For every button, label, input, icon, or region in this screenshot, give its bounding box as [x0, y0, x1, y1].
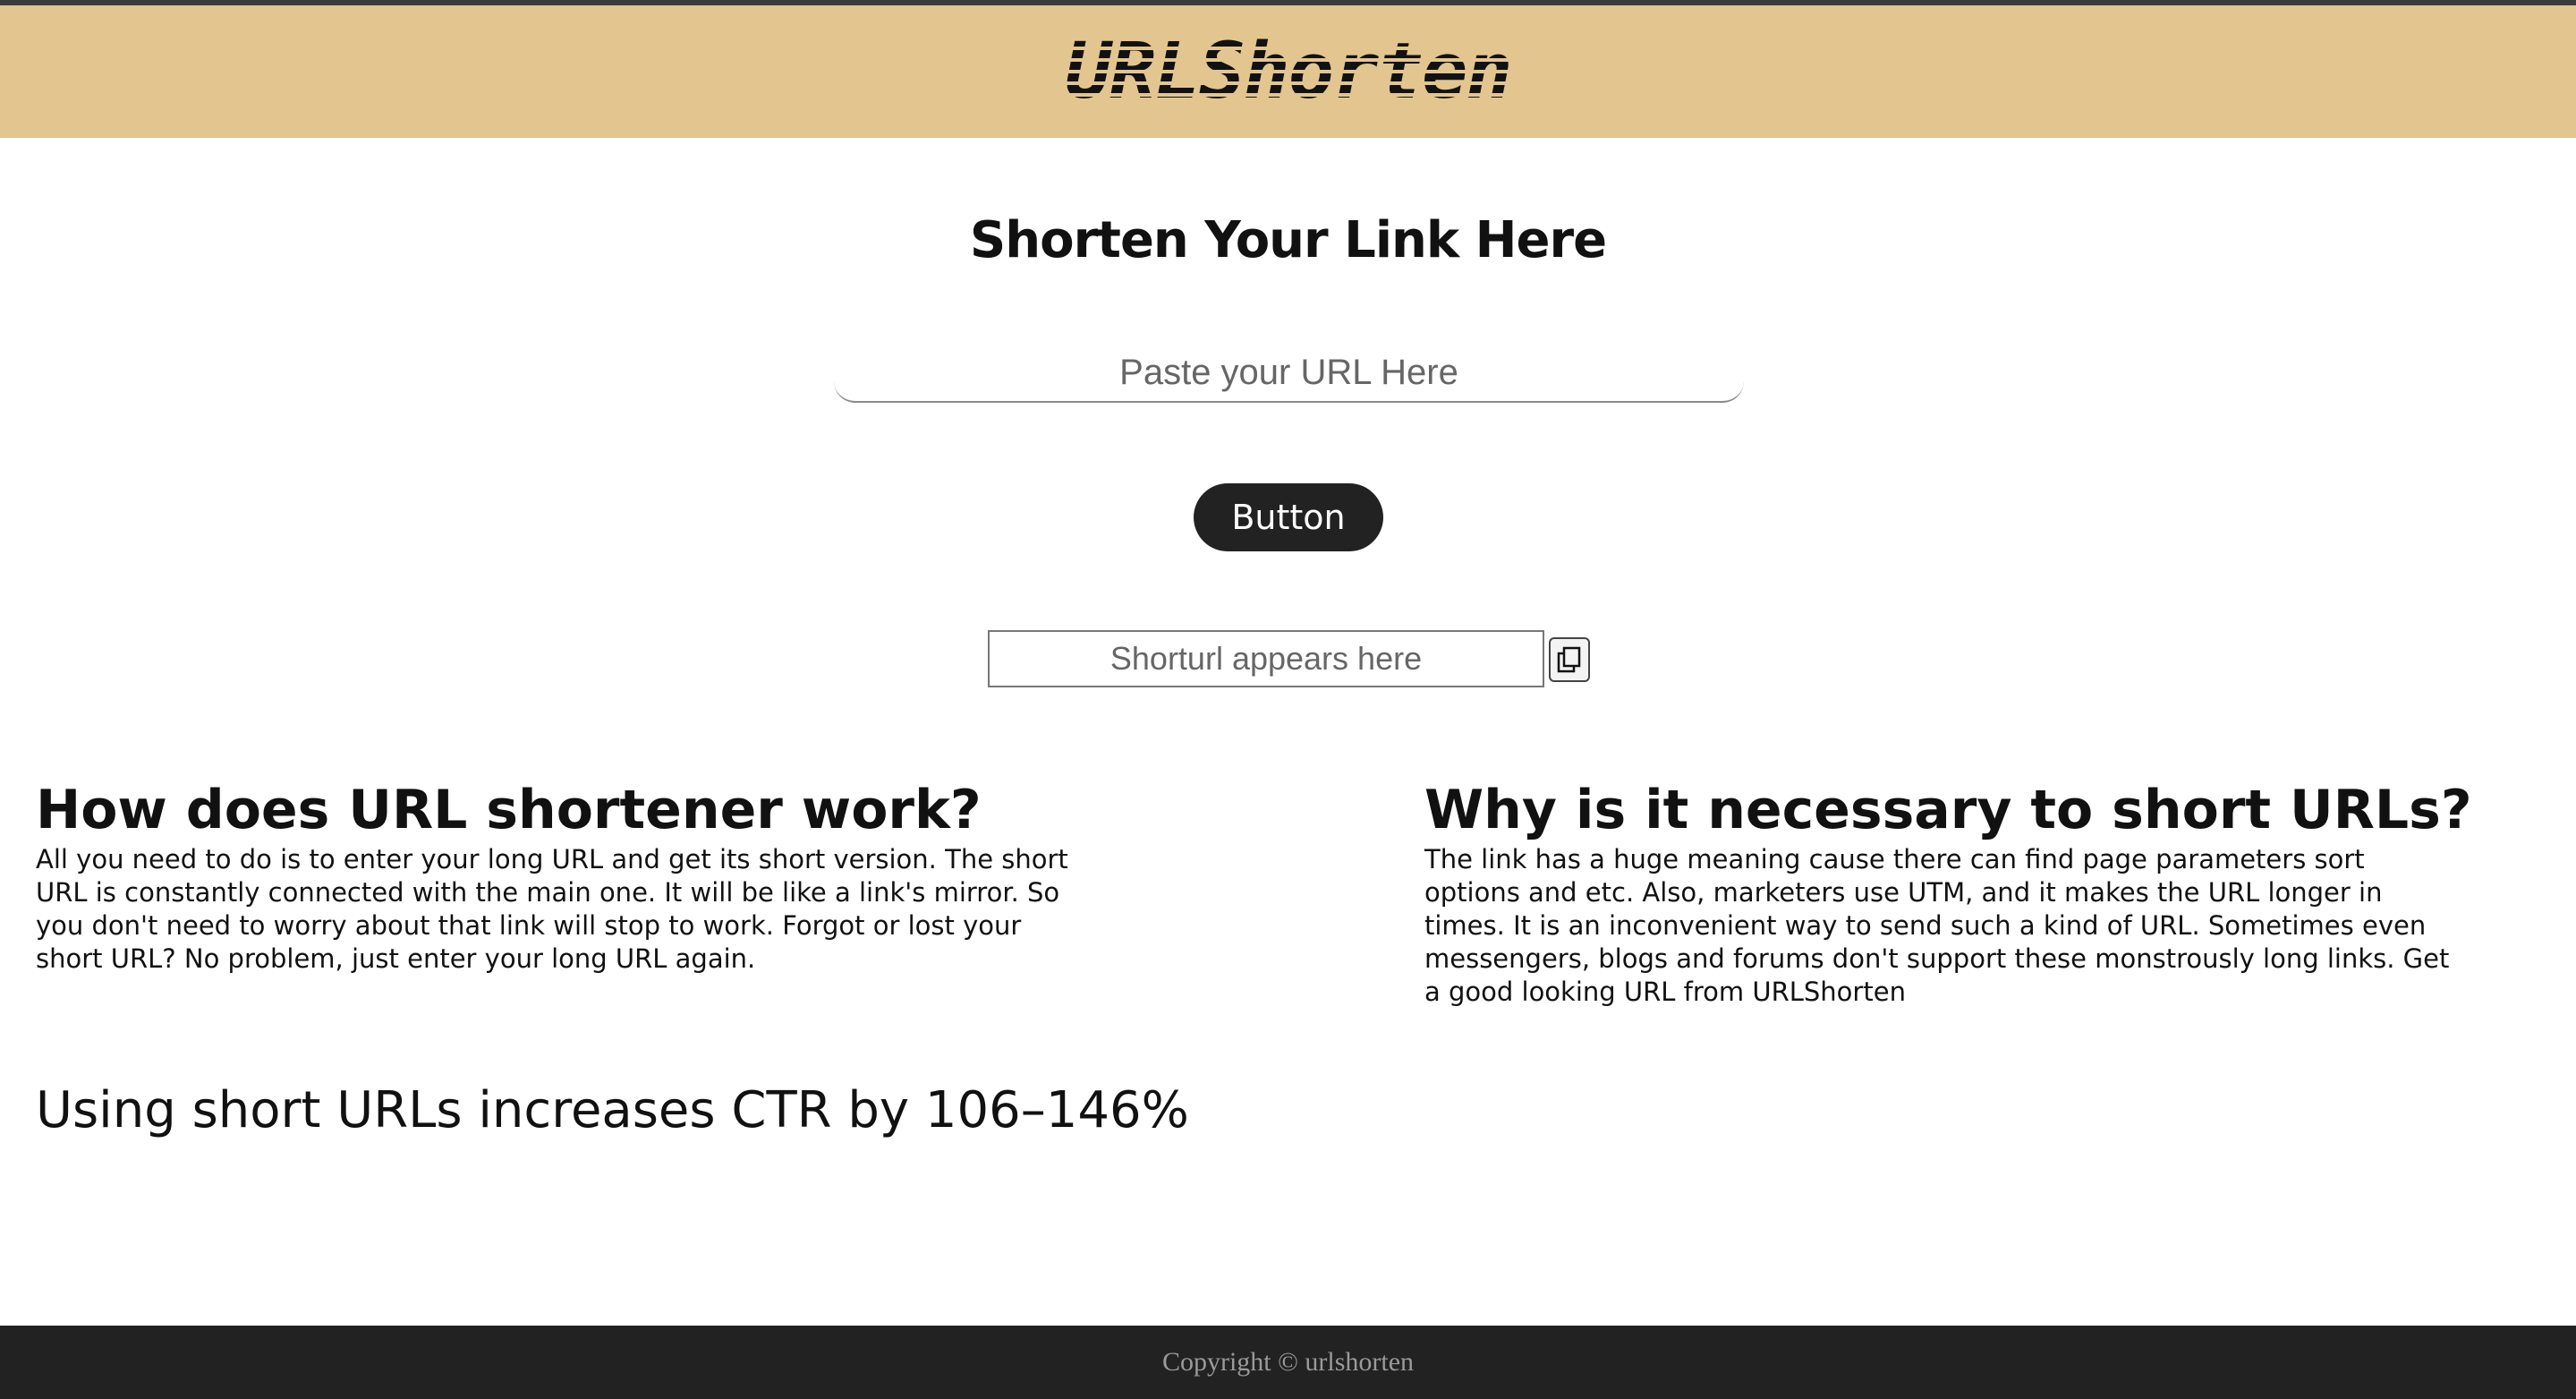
url-input[interactable]	[834, 344, 1744, 403]
copyright-text: Copyright © urlshorten	[1161, 1347, 1415, 1377]
section-heading: Why is it necessary to short URLs?	[1424, 779, 2472, 841]
shorten-button[interactable]: Button	[1194, 483, 1383, 551]
section-body: The link has a huge meaning cause there …	[1424, 844, 2450, 1007]
why-short-urls-section: Why is it necessary to short URLs? The l…	[1424, 779, 2472, 1009]
site-header: URLShorten	[0, 5, 2576, 138]
section-body: All you need to do is to enter your long…	[36, 844, 1068, 974]
copy-icon	[1557, 646, 1581, 673]
ctr-stat-line: Using short URLs increases CTR by 106–14…	[36, 1081, 1189, 1139]
copy-button[interactable]	[1549, 637, 1590, 682]
short-url-output[interactable]	[988, 630, 1544, 687]
site-logo[interactable]: URLShorten	[1066, 27, 1513, 116]
site-footer: Copyright © urlshorten	[0, 1326, 2576, 1399]
section-heading: How does URL shortener work?	[36, 779, 982, 841]
how-it-works-section: How does URL shortener work? All you nee…	[36, 779, 1092, 976]
page-title: Shorten Your Link Here	[969, 211, 1607, 269]
